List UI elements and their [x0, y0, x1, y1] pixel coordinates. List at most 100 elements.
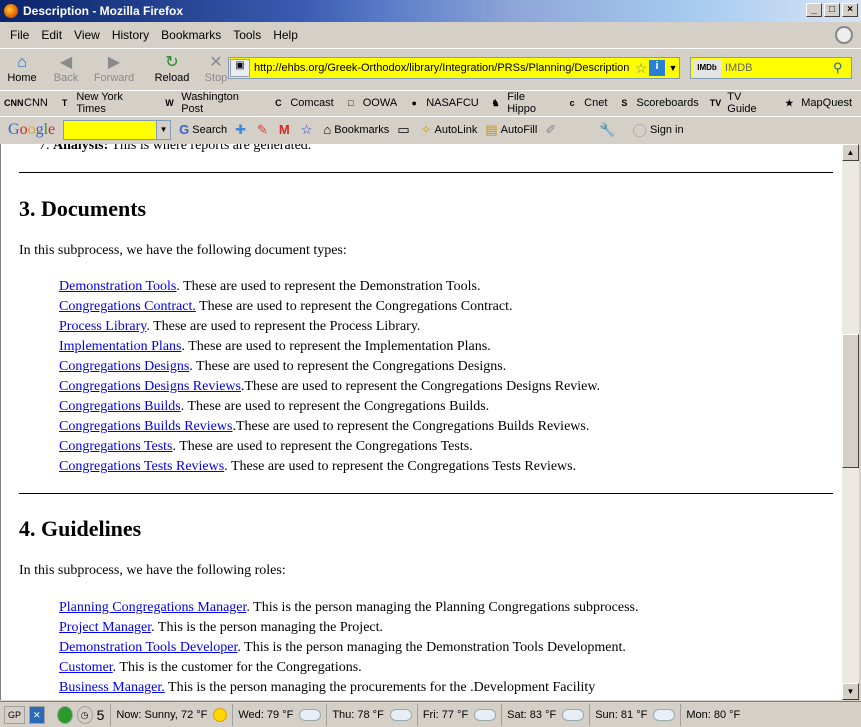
- item-link[interactable]: Customer: [59, 660, 113, 675]
- back-button[interactable]: ◀ Back: [44, 50, 88, 88]
- item-link[interactable]: Congregations Builds Reviews: [59, 419, 232, 434]
- item-link[interactable]: Congregations Contract.: [59, 299, 196, 314]
- weather-forecast-item[interactable]: Mon: 80 °F: [680, 703, 745, 726]
- google-plus-button[interactable]: ✚: [235, 122, 249, 138]
- bookmark-favicon-icon: □: [348, 97, 354, 108]
- menu-tools[interactable]: Tools: [227, 28, 267, 42]
- item-link[interactable]: Congregations Designs: [59, 359, 189, 374]
- minimize-button[interactable]: _: [806, 3, 822, 17]
- google-field-button[interactable]: ▭: [397, 122, 412, 138]
- gp-icon[interactable]: GP: [4, 705, 26, 724]
- clock-icon[interactable]: ◷: [76, 705, 93, 724]
- google-pen-button[interactable]: ✐: [545, 122, 559, 138]
- autolink-label: AutoLink: [434, 123, 478, 136]
- weather-forecast-item[interactable]: Sun: 81 °F: [589, 703, 680, 726]
- scroll-up-button[interactable]: ▲: [842, 144, 859, 161]
- bookmark-star-icon[interactable]: ☆: [633, 60, 649, 77]
- pen-icon: ✐: [545, 121, 557, 137]
- bookmark-cnn[interactable]: CNN CNN: [4, 96, 48, 110]
- weather-forecast-item[interactable]: Sat: 83 °F: [501, 703, 589, 726]
- item-link[interactable]: Process Library: [59, 319, 146, 334]
- item-description: This is the person managing the procurem…: [164, 680, 596, 695]
- bookmarks-toolbar: CNN CNN T New York Times W Washington Post C Co…: [0, 90, 861, 115]
- x-addon-icon[interactable]: ✕: [29, 705, 45, 724]
- page-content: 7. Analysis: This is where reports are g…: [0, 144, 842, 700]
- close-button[interactable]: ×: [842, 3, 858, 17]
- bookmark-oowa[interactable]: □ OOWA: [343, 96, 397, 110]
- menu-bookmarks[interactable]: Bookmarks: [155, 28, 227, 42]
- weather-text: Now: Sunny, 72 °F: [116, 708, 208, 721]
- weather-text: Mon: 80 °F: [686, 708, 741, 721]
- item-link[interactable]: Planning Congregations Manager: [59, 600, 246, 615]
- bookmark-nasafcu[interactable]: ● NASAFCU: [406, 96, 479, 110]
- vertical-scrollbar[interactable]: ▲ ▼: [842, 144, 859, 700]
- google-search-input[interactable]: ▼: [63, 119, 172, 140]
- url-dropdown-icon[interactable]: ▼: [667, 63, 679, 73]
- menu-view[interactable]: View: [68, 28, 106, 42]
- search-bar[interactable]: IMDb IMDB ⚲: [690, 57, 852, 79]
- google-search-button[interactable]: G Search: [179, 122, 227, 137]
- list-item: Congregations Builds Reviews.These are u…: [59, 417, 600, 437]
- search-input[interactable]: IMDB: [721, 62, 833, 74]
- google-share-button[interactable]: ✎: [257, 122, 271, 138]
- forward-button[interactable]: ▶ Forward: [88, 50, 140, 88]
- bookmark-scoreboards[interactable]: S Scoreboards: [616, 96, 698, 110]
- divider: [19, 493, 833, 494]
- item-link[interactable]: Business Manager.: [59, 680, 165, 695]
- info-icon[interactable]: i: [649, 60, 665, 76]
- item-description: . These are used to represent the Congre…: [172, 439, 473, 454]
- reload-button[interactable]: ↻ Reload: [150, 50, 194, 88]
- green-status-icon[interactable]: [56, 705, 73, 724]
- menu-edit[interactable]: Edit: [35, 28, 68, 42]
- bookmark-favicon-icon: ♞: [491, 97, 500, 108]
- scroll-thumb[interactable]: [842, 334, 859, 468]
- autolink-button[interactable]: ✧ AutoLink: [421, 122, 478, 138]
- search-magnifier-icon[interactable]: ⚲: [833, 60, 851, 76]
- list-item: Congregations Tests Reviews. These are u…: [59, 457, 600, 477]
- gmail-button[interactable]: M: [279, 122, 293, 137]
- item-link[interactable]: Congregations Tests: [59, 439, 172, 454]
- menu-help[interactable]: Help: [267, 28, 304, 42]
- item-link[interactable]: Demonstration Tools: [59, 279, 176, 294]
- bookmark-washington-post[interactable]: W Washington Post: [162, 91, 262, 115]
- bookmark-mapquest[interactable]: ★ MapQuest: [781, 96, 852, 110]
- scroll-down-button[interactable]: ▼: [842, 683, 859, 700]
- google-settings-button[interactable]: 🔧: [599, 122, 618, 138]
- bookmark-favicon-icon: ●: [411, 97, 417, 108]
- weather-forecast-item[interactable]: Wed: 79 °F: [232, 703, 326, 726]
- maximize-button[interactable]: □: [824, 3, 840, 17]
- site-identity-icon[interactable]: ▣: [230, 59, 250, 77]
- menu-history[interactable]: History: [106, 28, 155, 42]
- home-button[interactable]: ⌂ Home: [0, 50, 44, 88]
- bookmark-comcast[interactable]: C Comcast: [270, 96, 334, 110]
- google-star-button[interactable]: ☆: [301, 122, 316, 138]
- item-link[interactable]: Congregations Designs Reviews: [59, 379, 241, 394]
- url-bar[interactable]: ▣ http://ehbs.org/Greek-Orthodox/library…: [228, 57, 680, 79]
- autofill-icon: ▤: [485, 121, 498, 137]
- url-text[interactable]: http://ehbs.org/Greek-Orthodox/library/I…: [250, 62, 633, 74]
- weather-forecast-item[interactable]: Fri: 77 °F: [416, 703, 501, 726]
- menu-bar: File Edit View History Bookmarks Tools H…: [0, 24, 861, 46]
- item-link[interactable]: Project Manager: [59, 620, 151, 635]
- search-engine-icon[interactable]: IMDb: [693, 59, 721, 77]
- google-bookmarks-button[interactable]: ⌂ Bookmarks: [323, 122, 389, 137]
- sign-in-button[interactable]: ◯ Sign in: [632, 122, 683, 138]
- weather-forecast-item[interactable]: Now: Sunny, 72 °F: [110, 703, 232, 726]
- home-icon: ⌂: [17, 53, 27, 71]
- menu-file[interactable]: File: [4, 28, 35, 42]
- item-link[interactable]: Congregations Builds: [59, 399, 181, 414]
- autofill-button[interactable]: ▤ AutoFill: [485, 122, 537, 138]
- bookmark-cnet[interactable]: c Cnet: [564, 96, 608, 110]
- weather-text: Thu: 78 °F: [332, 708, 384, 721]
- item-link[interactable]: Congregations Tests Reviews: [59, 459, 224, 474]
- google-logo[interactable]: Google: [8, 121, 55, 139]
- item-link[interactable]: Demonstration Tools Developer: [59, 640, 237, 655]
- bookmark-favicon-icon: TV: [709, 97, 722, 108]
- bookmark-file-hippo[interactable]: ♞ File Hippo: [488, 91, 555, 115]
- weather-forecast-item[interactable]: Thu: 78 °F: [326, 703, 416, 726]
- bookmark-new-york-times[interactable]: T New York Times: [57, 91, 153, 115]
- google-search-dropdown-icon[interactable]: ▼: [156, 120, 171, 139]
- bookmark-label: NASAFCU: [426, 96, 479, 109]
- bookmark-tv-guide[interactable]: TV TV Guide: [708, 91, 772, 115]
- item-link[interactable]: Implementation Plans: [59, 339, 181, 354]
